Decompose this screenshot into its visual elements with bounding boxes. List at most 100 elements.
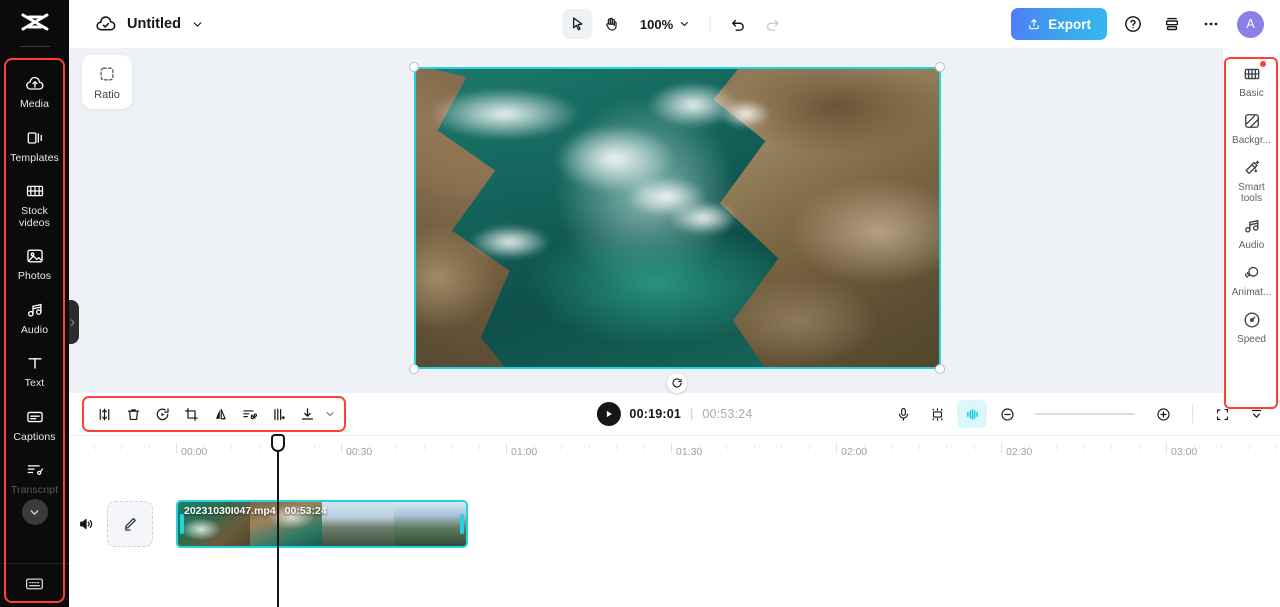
- fit-frame-icon: [1216, 408, 1228, 420]
- resize-handle-top-left[interactable]: [409, 62, 419, 72]
- sidebar-item-templates[interactable]: Templates: [6, 119, 63, 173]
- image-icon: [25, 246, 45, 266]
- sidebar-expand-more-button[interactable]: [21, 499, 48, 525]
- timeline-control-bar: 00:19:01 | 00:53:24: [69, 393, 1280, 435]
- track-edit-button[interactable]: [107, 501, 153, 547]
- ruler-minor-tick: [149, 445, 150, 450]
- zoom-level-value: 100%: [639, 16, 674, 32]
- snap-toggle-button[interactable]: [923, 400, 951, 428]
- cloud-check-icon[interactable]: [95, 13, 117, 35]
- sidebar-item-media[interactable]: Media: [6, 65, 63, 119]
- record-voiceover-button[interactable]: [889, 400, 917, 428]
- redo-button[interactable]: [757, 9, 787, 39]
- magnet-snap-icon: [932, 407, 942, 421]
- timeline-zoom-slider[interactable]: [1035, 413, 1135, 415]
- mirror-button[interactable]: [206, 400, 234, 428]
- sidebar-item-text[interactable]: Text: [6, 344, 63, 398]
- split-button[interactable]: [90, 400, 118, 428]
- crop-button[interactable]: [177, 400, 205, 428]
- preview-foam: [426, 86, 584, 141]
- ruler-minor-tick: [754, 445, 755, 450]
- hand-tool-button[interactable]: [596, 9, 626, 39]
- zoom-out-button[interactable]: [993, 400, 1021, 428]
- app-logo[interactable]: [0, 0, 69, 46]
- timeline-panel[interactable]: 00:00 00:30 01:00 01:30 02:00 02:30 03:0…: [69, 434, 1280, 607]
- resize-handle-top-right[interactable]: [935, 62, 945, 72]
- collapse-timeline-button[interactable]: [1242, 400, 1270, 428]
- film-strip-icon: [25, 181, 45, 201]
- export-button[interactable]: Export: [1011, 8, 1107, 40]
- clip-trim-handle-right[interactable]: [460, 514, 464, 534]
- right-properties-panel: Basic Backgr... Smart tools Audio Animat…: [1222, 48, 1280, 393]
- play-button[interactable]: [596, 402, 621, 426]
- zoom-in-button[interactable]: [1149, 400, 1177, 428]
- ruler-minor-tick: [1249, 445, 1250, 450]
- ruler-minor-tick: [589, 445, 590, 450]
- right-panel-item-background[interactable]: Backgr...: [1226, 105, 1278, 152]
- ruler-minor-tick: [726, 445, 727, 450]
- animation-icon: [1242, 263, 1262, 283]
- clip-thumbnail: [394, 502, 466, 546]
- right-panel-item-label: Audio: [1238, 240, 1265, 251]
- right-panel-item-audio[interactable]: Audio: [1226, 210, 1278, 257]
- more-options-button[interactable]: [1198, 11, 1224, 37]
- cut-scene-button[interactable]: [235, 400, 263, 428]
- sidebar-item-transcript[interactable]: Transcript: [6, 451, 63, 505]
- clip-trim-handle-left[interactable]: [180, 514, 184, 534]
- rotate-handle[interactable]: [667, 373, 687, 393]
- sidebar-item-audio[interactable]: Audio: [6, 291, 63, 345]
- hand-icon: [605, 17, 617, 31]
- ruler-minor-tick: [1111, 445, 1112, 450]
- video-preview[interactable]: [414, 67, 941, 369]
- ruler-minor-tick: [946, 445, 947, 450]
- right-panel-item-speed[interactable]: Speed: [1226, 304, 1278, 351]
- download-button[interactable]: [293, 400, 321, 428]
- sidebar-item-label: Text: [24, 377, 45, 389]
- undo-button[interactable]: [723, 9, 753, 39]
- edit-tools-more-dropdown[interactable]: [322, 400, 338, 428]
- select-tool-button[interactable]: [561, 9, 592, 39]
- film-basic-icon: [1242, 64, 1262, 84]
- project-title-caret[interactable]: [191, 18, 204, 31]
- replay-button[interactable]: [148, 400, 176, 428]
- magic-wand-icon: [1242, 158, 1262, 178]
- timeline-ruler[interactable]: 00:00 00:30 01:00 01:30 02:00 02:30 03:0…: [69, 436, 1280, 464]
- playhead[interactable]: [271, 434, 285, 607]
- music-note-icon: [1242, 216, 1262, 236]
- ratio-button[interactable]: Ratio: [82, 55, 132, 109]
- pen-edit-icon: [124, 517, 136, 531]
- project-info: Untitled: [69, 13, 204, 35]
- controls-divider: [1192, 405, 1193, 423]
- project-title[interactable]: Untitled: [127, 16, 181, 32]
- ruler-minor-tick: [94, 445, 95, 450]
- right-panel-item-basic[interactable]: Basic: [1226, 58, 1278, 105]
- mirror-flip-icon: [215, 408, 226, 419]
- resize-handle-bottom-left[interactable]: [409, 364, 419, 374]
- sidebar-item-stock-videos[interactable]: Stock videos: [6, 172, 63, 237]
- playhead-handle[interactable]: [271, 434, 285, 452]
- right-panel-item-label: Basic: [1239, 88, 1264, 99]
- chevron-down-icon: [326, 411, 334, 417]
- preview-stage: Ratio: [69, 48, 1280, 393]
- layers-button[interactable]: [1159, 11, 1185, 37]
- right-panel-item-animation[interactable]: Animat...: [1226, 257, 1278, 304]
- ruler-minor-tick: [534, 445, 535, 450]
- freeze-frame-button[interactable]: [264, 400, 292, 428]
- delete-button[interactable]: [119, 400, 147, 428]
- fit-to-screen-button[interactable]: [1208, 400, 1236, 428]
- keyboard-shortcuts-button[interactable]: [24, 573, 45, 599]
- sidebar-item-photos[interactable]: Photos: [6, 237, 63, 291]
- clip-filename: 20231030I047.mp4: [184, 505, 276, 517]
- user-avatar[interactable]: A: [1237, 10, 1264, 38]
- split-icon: [99, 408, 109, 420]
- zoom-level-select[interactable]: 100%: [630, 13, 696, 36]
- right-panel-item-smart-tools[interactable]: Smart tools: [1226, 152, 1278, 210]
- sidebar-item-label: Captions: [13, 430, 56, 443]
- sidebar-item-captions[interactable]: Captions: [6, 398, 63, 452]
- track-volume-button[interactable]: [69, 515, 103, 533]
- resize-handle-bottom-right[interactable]: [935, 364, 945, 374]
- help-button[interactable]: [1120, 11, 1146, 37]
- waveform-toggle-button[interactable]: [957, 400, 987, 428]
- left-sidebar: Media Templates Stock videos Photos Audi…: [0, 0, 69, 607]
- timeline-clip[interactable]: 20231030I047.mp4 00:53:24: [176, 500, 468, 548]
